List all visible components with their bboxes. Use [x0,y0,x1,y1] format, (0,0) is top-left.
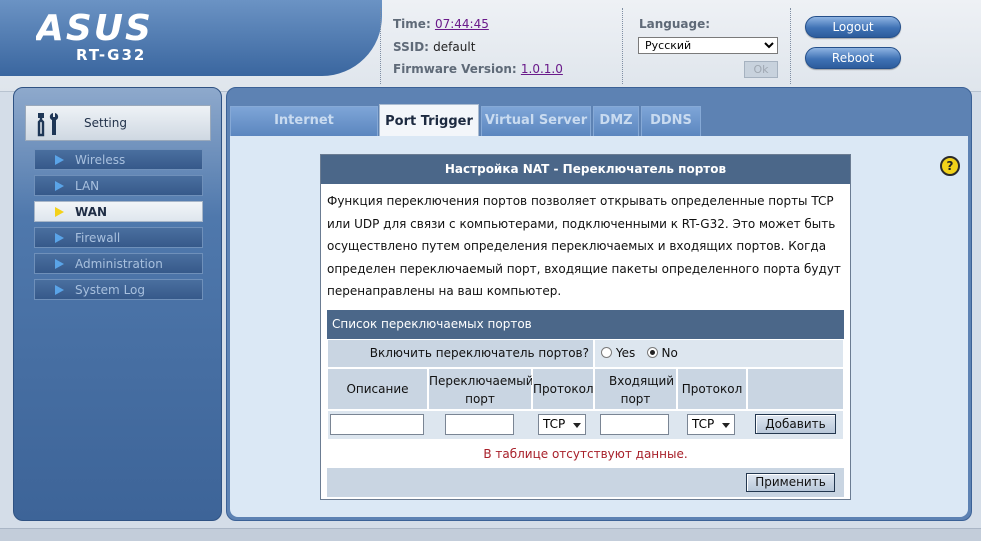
ssid-row: SSID: default [393,40,475,54]
radio-yes-label: Yes [615,346,636,360]
col-protocol: Протокол [532,368,594,410]
model-name: RT-G32 [76,46,147,64]
setting-label: Setting [84,116,127,130]
description-input[interactable] [330,414,424,435]
protocol-select[interactable]: TCP [538,414,586,435]
col-incoming-port: Входящий порт [594,368,677,410]
trigger-port-input[interactable] [445,414,514,435]
incoming-port-input[interactable] [600,414,669,435]
tab-ddns[interactable]: DDNS [641,106,701,136]
protocol-value: TCP [543,417,566,431]
chevron-down-icon [722,423,730,428]
radio-no-label: No [661,346,678,360]
sidebar: Setting Wireless LAN WAN Firewall Admini… [13,87,222,521]
arrow-right-icon [55,259,64,269]
asus-logo: ASUS [36,10,153,46]
sidebar-item-label: Administration [75,257,163,271]
empty-table-message: В таблице отсутствуют данные. [327,440,844,468]
arrow-right-icon [55,207,64,217]
sidebar-item-label: WAN [75,205,108,219]
arrow-right-icon [55,155,64,165]
divider [622,8,623,84]
ssid-label: SSID: [393,40,429,54]
col-action [747,368,844,410]
sidebar-item-system-log[interactable]: System Log [34,279,203,300]
firmware-row: Firmware Version: 1.0.1.0 [393,62,563,76]
sidebar-item-wan[interactable]: WAN [34,201,203,222]
wrench-icon [37,113,59,137]
tab-port-trigger[interactable]: Port Trigger [379,104,479,138]
tab-dmz[interactable]: DMZ [593,106,639,136]
tab-internet-connection[interactable]: Internet Connection [230,106,378,156]
protocol2-value: TCP [692,417,715,431]
nat-panel: Настройка NAT - Переключатель портов Фун… [320,154,851,500]
col-trigger-port: Переключаемый порт [428,368,534,410]
sidebar-item-lan[interactable]: LAN [34,175,203,196]
logo-area: ASUS RT-G32 [0,0,382,76]
add-button[interactable]: Добавить [755,414,836,434]
protocol2-select[interactable]: TCP [687,414,735,435]
sidebar-item-wireless[interactable]: Wireless [34,149,203,170]
chevron-down-icon [573,423,581,428]
radio-yes[interactable] [601,347,612,358]
header-bar: ASUS RT-G32 Time: 07:44:45 SSID: default… [0,0,981,92]
language-label: Language: [639,17,711,31]
sidebar-item-label: System Log [75,283,145,297]
radio-no[interactable] [646,347,658,358]
time-link[interactable]: 07:44:45 [435,17,489,31]
language-select[interactable]: Русский [638,37,778,54]
divider [380,8,381,84]
enable-label: Включить переключатель портов? [327,339,594,368]
sidebar-item-label: Firewall [75,231,121,245]
bottom-bar [0,528,981,541]
arrow-right-icon [55,233,64,243]
logout-button[interactable]: Logout [805,16,901,38]
nat-title: Настройка NAT - Переключатель портов [321,155,850,184]
sidebar-item-administration[interactable]: Administration [34,253,203,274]
ssid-value: default [433,40,476,54]
sidebar-item-label: LAN [75,179,100,193]
arrow-right-icon [55,181,64,191]
divider [790,8,791,84]
sidebar-item-label: Wireless [75,153,126,167]
time-row: Time: 07:44:45 [393,17,489,31]
setting-header[interactable]: Setting [25,105,211,141]
trigger-list-header: Список переключаемых портов [327,310,844,339]
time-label: Time: [393,17,431,31]
logo-text: ASUS [36,10,153,46]
tab-virtual-server[interactable]: Virtual Server [481,106,591,136]
col-protocol-2: Протокол [677,368,747,410]
sidebar-item-firewall[interactable]: Firewall [34,227,203,248]
firmware-link[interactable]: 1.0.1.0 [521,62,563,76]
apply-button[interactable]: Применить [746,473,835,492]
ok-button[interactable]: Ok [744,61,778,78]
arrow-right-icon [55,285,64,295]
nat-description: Функция переключения портов позволяет от… [327,194,841,298]
col-description: Описание [327,368,428,410]
reboot-button[interactable]: Reboot [805,47,901,69]
enable-radio-group: Yes No [594,339,844,368]
help-icon[interactable]: ? [940,156,960,176]
firmware-label: Firmware Version: [393,62,517,76]
